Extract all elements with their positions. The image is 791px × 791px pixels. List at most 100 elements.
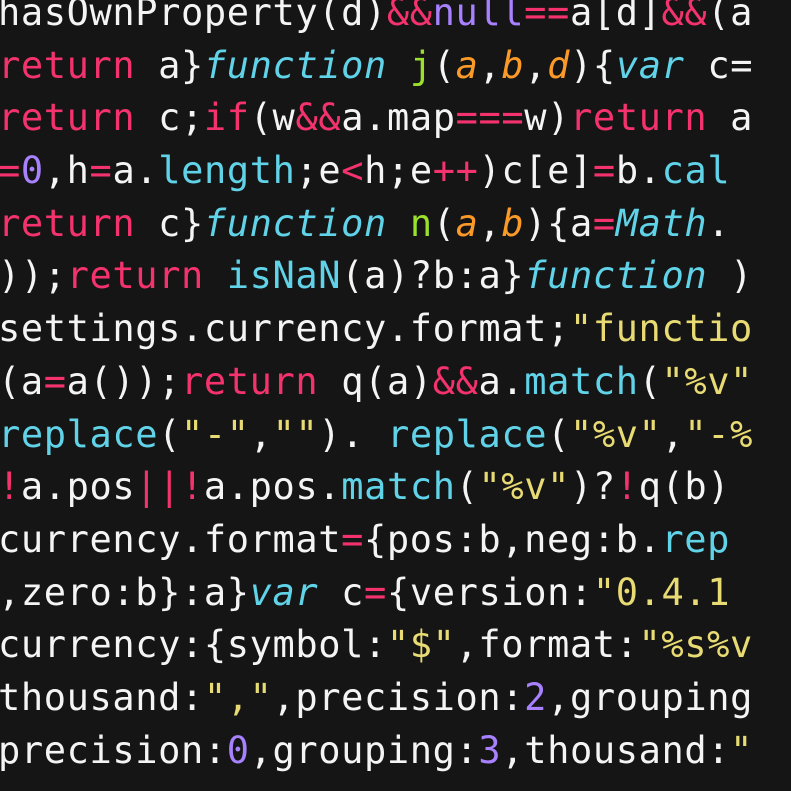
code-token-op: === xyxy=(455,96,525,140)
code-line: !a.pos||!a.pos.match("%v")?!q(b) xyxy=(0,461,753,514)
code-line: return c;if(w&&a.map===w)return a xyxy=(0,92,753,145)
code-token-plain: , xyxy=(524,43,548,87)
code-line: thousand:",",precision:2,grouping xyxy=(0,672,753,725)
code-token-num: 0 xyxy=(226,728,250,772)
code-token-plain: ){ xyxy=(570,43,616,87)
code-token-name: j xyxy=(409,43,433,87)
code-token-plain: a.pos xyxy=(20,465,136,509)
code-token-str: "%s%v xyxy=(638,623,753,667)
code-token-plain: ){a xyxy=(524,201,593,245)
code-token-plain: a} xyxy=(135,43,204,87)
code-token-str: "$" xyxy=(386,623,456,667)
code-text-area[interactable]: hasOwnProperty(d)&&null==a[d]&&(a return … xyxy=(0,0,753,777)
code-token-kw: return xyxy=(570,96,708,140)
code-token-plain: thousand: xyxy=(0,675,204,719)
code-token-plain: . xyxy=(707,201,731,245)
code-token-plain: h;e xyxy=(364,149,433,193)
code-line: return a}function j(a,b,d){var c= xyxy=(0,40,753,93)
code-token-kw: return xyxy=(0,43,136,87)
code-token-plain: a()); xyxy=(66,359,182,403)
code-token-param: a xyxy=(455,43,479,87)
code-token-plain: c= xyxy=(684,43,754,87)
code-token-plain: (a)?b:a} xyxy=(341,254,525,298)
code-token-plain: , xyxy=(661,412,685,456)
code-line: currency:{symbol:"$",format:"%s%v xyxy=(0,619,753,672)
code-token-call: match xyxy=(341,465,456,509)
code-line: hasOwnProperty(d)&&null==a[d]&&(a xyxy=(0,0,753,40)
code-line: replace("-",""). replace("%v","-% xyxy=(0,409,753,462)
code-token-op: && xyxy=(661,0,708,34)
code-token-call: cal xyxy=(661,149,731,193)
code-token-call: replace xyxy=(386,412,548,456)
code-token-kw: if xyxy=(203,96,250,140)
code-token-str: "functio xyxy=(569,307,753,351)
code-line: ,zero:b}:a}var c={version:"0.4.1 xyxy=(0,567,753,620)
code-line: settings.currency.format;"functio xyxy=(0,303,753,356)
code-token-plain: ). xyxy=(318,412,387,456)
code-token-plain: precision: xyxy=(0,728,227,772)
code-token-plain: w) xyxy=(524,96,570,140)
code-token-plain: a[d] xyxy=(569,0,662,34)
code-token-str: "%v" xyxy=(478,465,570,509)
code-token-plain: q(a) xyxy=(318,359,433,403)
code-token-op: ++ xyxy=(432,149,479,193)
code-token-op: = xyxy=(592,201,616,245)
code-token-str: "-% xyxy=(684,412,754,456)
code-token-plain: settings.currency.format; xyxy=(0,307,570,351)
code-token-str: "%v" xyxy=(570,412,662,456)
code-token-plain: a. xyxy=(478,359,525,403)
code-token-plain: (a xyxy=(707,0,753,34)
code-token-op: == xyxy=(524,0,570,34)
code-token-plain: c} xyxy=(135,201,204,245)
code-token-plain: ( xyxy=(432,201,456,245)
code-token-plain: , xyxy=(249,412,273,456)
code-token-plain: )? xyxy=(569,465,616,509)
code-token-plain: ,precision: xyxy=(272,675,525,719)
code-line: currency.format={pos:b,neg:b.rep xyxy=(0,514,753,567)
code-token-call: rep xyxy=(661,517,731,561)
code-token-plain: q(b) xyxy=(638,465,731,509)
code-token-plain: a.pos. xyxy=(203,465,342,509)
code-token-plain: )c[e] xyxy=(478,149,593,193)
code-token-fn: function xyxy=(203,201,387,245)
code-token-op: ||! xyxy=(135,465,204,509)
code-token-op: = xyxy=(364,570,387,614)
code-token-str: " xyxy=(730,728,753,772)
code-token-plain: ( xyxy=(158,412,182,456)
code-token-str: "%v" xyxy=(661,359,754,403)
code-token-plain: ( xyxy=(455,465,479,509)
code-token-call: isNaN xyxy=(226,254,342,298)
code-token-plain: {version: xyxy=(386,570,593,614)
code-token-str: "-" xyxy=(181,412,250,456)
code-token-str: "," xyxy=(203,675,273,719)
code-token-num: 0 xyxy=(20,149,44,193)
code-token-kw: return xyxy=(0,201,136,245)
code-token-name: n xyxy=(409,201,433,245)
code-token-fn: var xyxy=(615,43,685,87)
code-token-str: "" xyxy=(272,412,319,456)
code-token-op: ! xyxy=(615,465,639,509)
code-token-op: = xyxy=(43,359,67,403)
code-token-fn: function xyxy=(203,43,387,87)
code-token-param: a xyxy=(455,201,479,245)
code-token-kw: return xyxy=(181,359,319,403)
code-token-plain: ,h xyxy=(43,149,90,193)
code-token-plain: ,zero:b}:a} xyxy=(0,570,250,614)
code-token-plain: ;e xyxy=(295,149,342,193)
code-token-plain: {pos:b,neg:b. xyxy=(364,517,662,561)
code-token-plain: , xyxy=(478,201,502,245)
code-token-fn: function xyxy=(524,254,708,298)
code-token-plain: ,format: xyxy=(455,623,639,667)
code-token-plain: ,thousand: xyxy=(501,728,731,772)
code-line: precision:0,grouping:3,thousand:" xyxy=(0,725,753,778)
code-token-call: replace xyxy=(0,412,159,456)
code-token-plain: a. xyxy=(112,149,159,193)
code-token-kw: return xyxy=(0,96,136,140)
code-token-plain: a xyxy=(707,96,754,140)
code-token-op: ! xyxy=(0,465,21,509)
code-token-plain: ,grouping: xyxy=(249,728,479,772)
code-editor[interactable]: hasOwnProperty(d)&&null==a[d]&&(a return … xyxy=(0,0,791,791)
code-token-plain: ,grouping xyxy=(547,675,753,719)
code-token-op: && xyxy=(432,359,479,403)
